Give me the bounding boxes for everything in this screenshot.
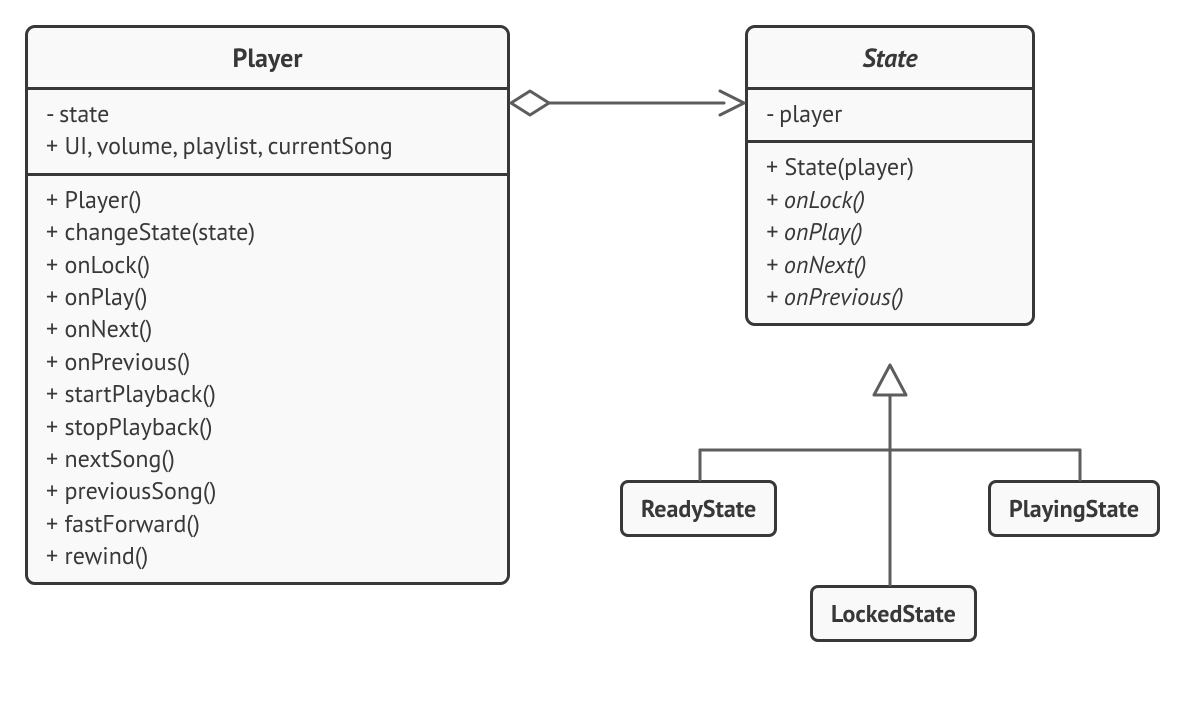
class-player-method: + fastForward()	[46, 508, 489, 540]
class-readystate: ReadyState	[620, 480, 777, 537]
class-player-method: + nextSong()	[46, 443, 489, 475]
class-player-method: + rewind()	[46, 540, 489, 572]
class-state-method: + State(player)	[766, 151, 1014, 183]
class-state-title: State	[748, 28, 1032, 90]
class-player-methods: + Player() + changeState(state) + onLock…	[28, 173, 507, 583]
class-player-method: + onPlay()	[46, 281, 489, 313]
class-lockedstate: LockedState	[810, 585, 977, 642]
class-state-methods: + State(player) + onLock() + onPlay() + …	[748, 140, 1032, 323]
class-state-attr: - player	[766, 98, 1014, 130]
class-player-method: + startPlayback()	[46, 378, 489, 410]
class-player-method: + onNext()	[46, 313, 489, 345]
class-state-method: + onPlay()	[766, 216, 1014, 248]
class-player-attributes: - state + UI, volume, playlist, currentS…	[28, 90, 507, 173]
class-player-attr: - state	[46, 98, 489, 130]
class-player-method: + changeState(state)	[46, 216, 489, 248]
class-player-title: Player	[28, 28, 507, 90]
class-state-attributes: - player	[748, 90, 1032, 140]
class-player-method: + onPrevious()	[46, 346, 489, 378]
class-player-method: + onLock()	[46, 249, 489, 281]
class-playingstate: PlayingState	[988, 480, 1160, 537]
class-player-method: + stopPlayback()	[46, 411, 489, 443]
class-state-method: + onPrevious()	[766, 281, 1014, 313]
class-player-method: + Player()	[46, 184, 489, 216]
class-state: State - player + State(player) + onLock(…	[745, 25, 1035, 326]
class-player: Player - state + UI, volume, playlist, c…	[25, 25, 510, 585]
class-state-method: + onNext()	[766, 249, 1014, 281]
uml-class-diagram: Player - state + UI, volume, playlist, c…	[0, 0, 1180, 720]
class-state-method: + onLock()	[766, 184, 1014, 216]
class-player-attr: + UI, volume, playlist, currentSong	[46, 130, 489, 162]
class-player-method: + previousSong()	[46, 475, 489, 507]
